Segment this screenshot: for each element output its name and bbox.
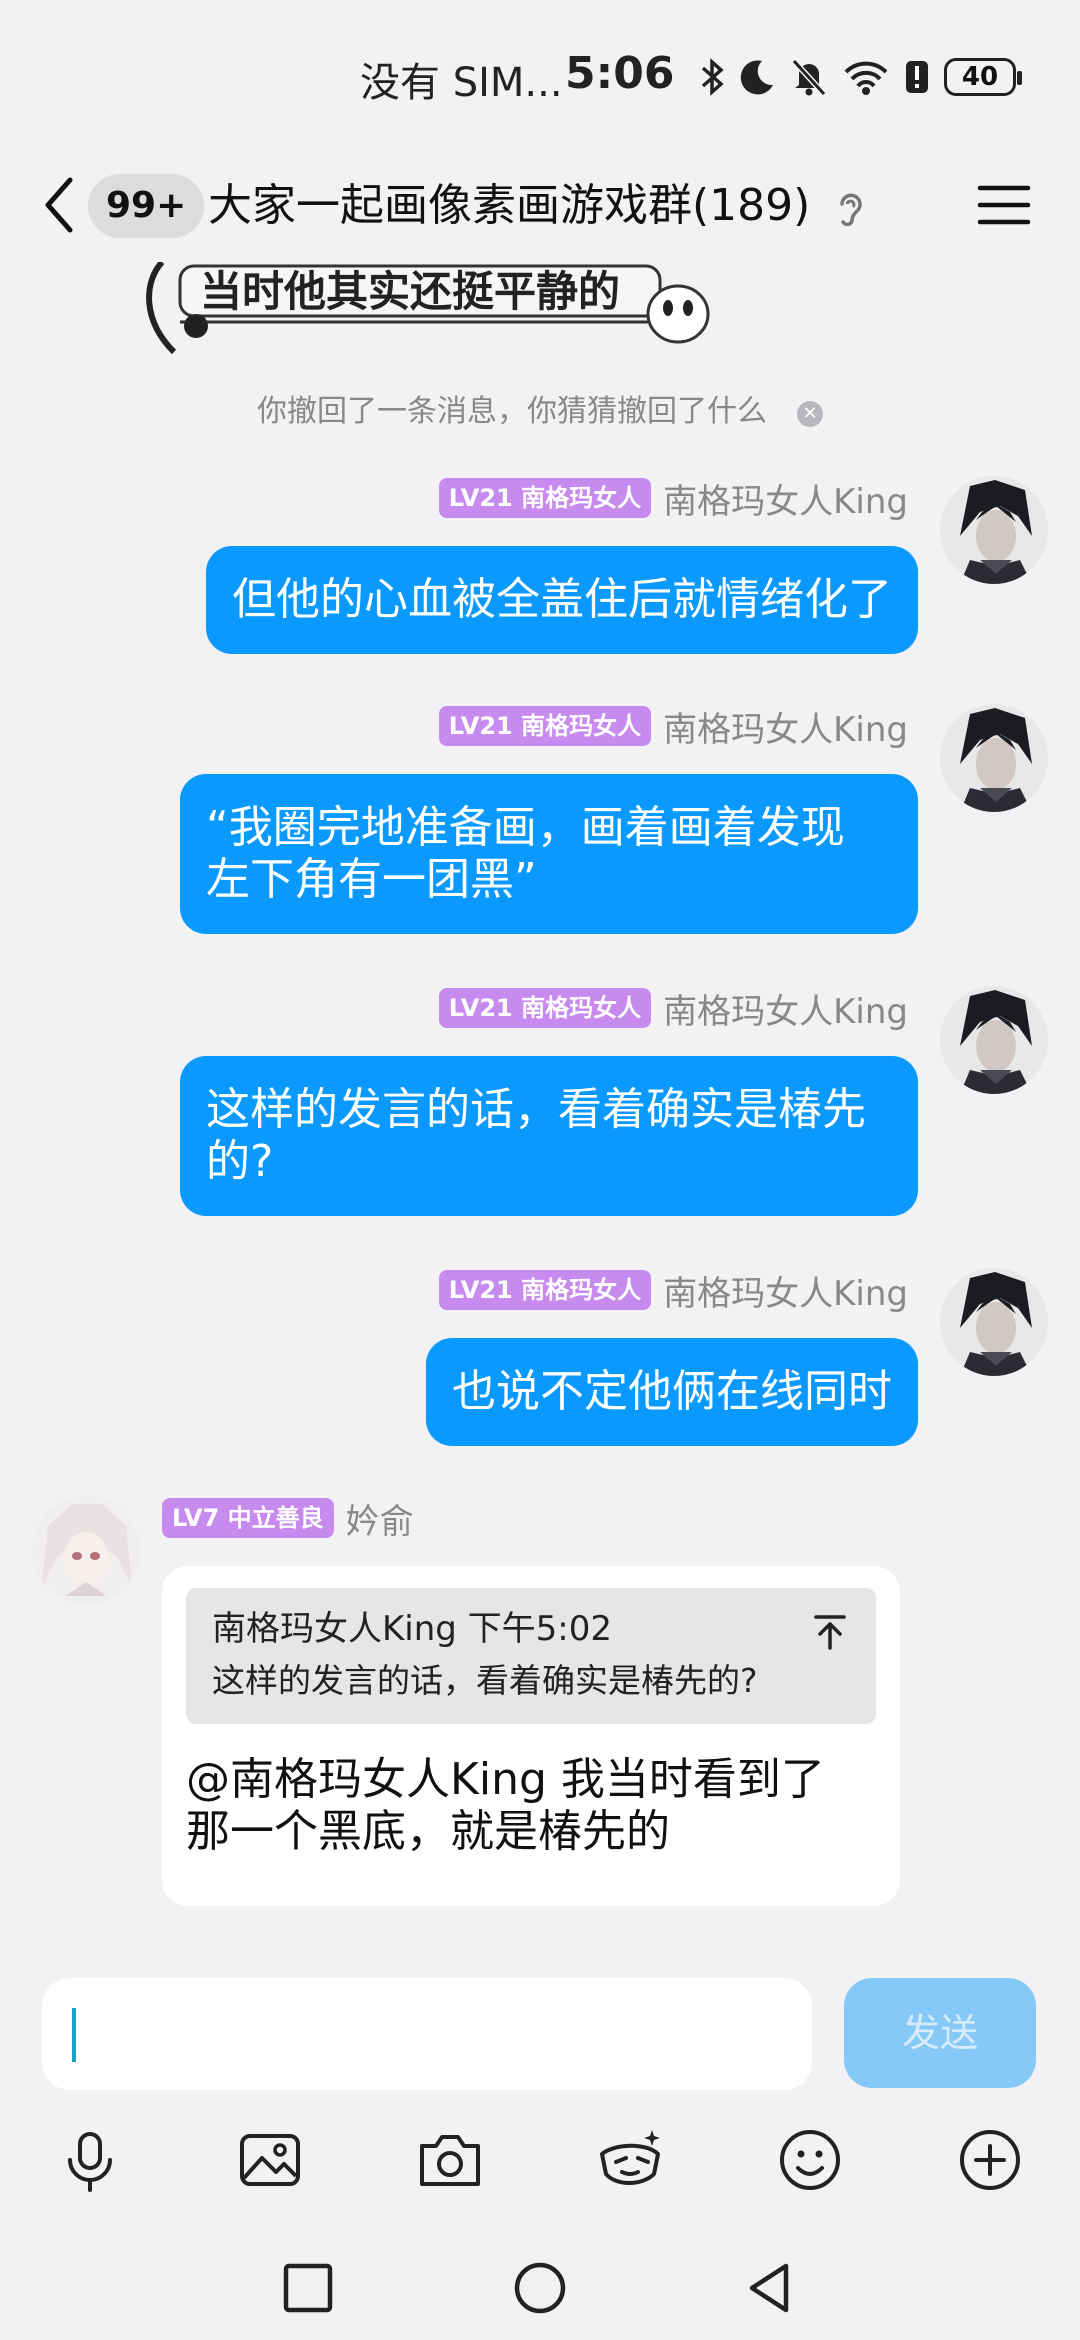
mute-bell-icon	[791, 58, 827, 97]
hongbao-icon[interactable]	[594, 2124, 666, 2196]
message-bubble[interactable]: 这样的发言的话，看着确实是椿先 的?	[180, 1056, 918, 1216]
menu-icon[interactable]	[976, 180, 1032, 230]
message-line: 这样的发言的话，看着确实是椿先	[206, 1084, 866, 1135]
back-arrow-icon[interactable]	[36, 172, 86, 238]
system-nav-bar	[0, 2230, 1080, 2340]
message-header: LV21 南格玛女人 南格玛女人King	[438, 474, 908, 523]
message-line: 左下角有一团黑”	[206, 854, 537, 905]
level-tag: LV21 南格玛女人	[438, 1270, 652, 1310]
status-time: 5:06	[565, 48, 675, 99]
level-tag: LV21 南格玛女人	[438, 988, 652, 1028]
avatar[interactable]	[940, 1268, 1048, 1376]
status-icons: 40	[700, 55, 1022, 99]
send-button[interactable]: 发送	[844, 1978, 1036, 2088]
input-toolbar	[0, 2100, 1080, 2210]
home-button-icon[interactable]	[512, 2260, 568, 2316]
wifi-icon	[844, 61, 888, 95]
recall-notice: 你撤回了一条消息，你猜猜撤回了什么 ✕	[0, 386, 1080, 430]
moon-icon	[740, 60, 773, 95]
close-icon[interactable]: ✕	[797, 401, 823, 427]
message-bubble[interactable]: 但他的心血被全盖住后就情绪化了	[206, 546, 918, 654]
sender-name[interactable]: 南格玛女人King	[663, 984, 908, 1033]
text-caret	[72, 2008, 76, 2062]
incoming-message-row: LV7 中立善良 妗俞 南格玛女人King 下午5:02 这样的发言的话，看着确…	[0, 1496, 1080, 1916]
quote-meta: 南格玛女人King 下午5:02	[212, 1609, 613, 1649]
message-row: LV21 南格玛女人 南格玛女人King 这样的发言的话，看着确实是椿先 的?	[0, 986, 1080, 1226]
sticker-image[interactable]: 当时他其实还挺平静的	[140, 262, 720, 354]
sticker-caption: 当时他其实还挺平静的	[200, 267, 621, 316]
level-tag: LV21 南格玛女人	[438, 706, 652, 746]
alert-icon	[906, 61, 928, 93]
message-header: LV21 南格玛女人 南格玛女人King	[438, 1266, 908, 1315]
emoji-icon[interactable]	[774, 2124, 846, 2196]
group-title[interactable]: 大家一起画像素画游戏群(189)	[208, 174, 810, 238]
jump-to-message-icon[interactable]	[812, 1612, 848, 1652]
chat-header: 99+ 大家一起画像素画游戏群(189)	[0, 150, 1080, 260]
carrier-text: 没有 SIM...	[360, 60, 563, 106]
message-line: “我圈完地准备画，画着画着发现	[206, 802, 845, 853]
back-button-icon[interactable]	[742, 2260, 798, 2316]
message-row: LV21 南格玛女人 南格玛女人King “我圈完地准备画，画着画着发现 左下角…	[0, 704, 1080, 944]
message-row: LV21 南格玛女人 南格玛女人King 也说不定他俩在线同时	[0, 1268, 1080, 1448]
status-bar: 没有 SIM... 5:06 40	[0, 0, 1080, 150]
camera-icon[interactable]	[414, 2124, 486, 2196]
microphone-icon[interactable]	[54, 2124, 126, 2196]
image-icon[interactable]	[234, 2124, 306, 2196]
message-line: 的?	[206, 1136, 274, 1187]
avatar[interactable]	[32, 1496, 140, 1604]
message-bubble[interactable]: 也说不定他俩在线同时	[426, 1338, 918, 1446]
message-header: LV21 南格玛女人 南格玛女人King	[438, 984, 908, 1033]
message-line: @南格玛女人King 我当时看到了	[186, 1754, 825, 1805]
battery-icon: 40	[944, 58, 1022, 96]
message-header: LV7 中立善良 妗俞	[162, 1494, 414, 1543]
sender-name[interactable]: 南格玛女人King	[663, 1266, 908, 1315]
avatar[interactable]	[940, 704, 1048, 812]
sender-name[interactable]: 南格玛女人King	[663, 474, 908, 523]
avatar[interactable]	[940, 476, 1048, 584]
message-row: LV21 南格玛女人 南格玛女人King 但他的心血被全盖住后就情绪化了	[0, 476, 1080, 676]
message-bubble[interactable]: “我圈完地准备画，画着画着发现 左下角有一团黑”	[180, 774, 918, 934]
bluetooth-icon	[701, 58, 724, 96]
message-header: LV21 南格玛女人 南格玛女人King	[438, 702, 908, 751]
message-line: 那一个黑底，就是椿先的	[186, 1806, 670, 1857]
reply-quote[interactable]: 南格玛女人King 下午5:02 这样的发言的话，看着确实是椿先的?	[186, 1588, 876, 1724]
sender-name[interactable]: 南格玛女人King	[663, 702, 908, 751]
unread-badge[interactable]: 99+	[88, 174, 205, 238]
recents-button-icon[interactable]	[280, 2260, 336, 2316]
level-tag: LV21 南格玛女人	[438, 478, 652, 518]
message-input[interactable]	[42, 1978, 812, 2090]
ear-icon[interactable]	[828, 184, 872, 228]
plus-icon[interactable]	[954, 2124, 1026, 2196]
message-bubble[interactable]: 南格玛女人King 下午5:02 这样的发言的话，看着确实是椿先的? @南格玛女…	[162, 1566, 900, 1906]
avatar[interactable]	[940, 986, 1048, 1094]
recall-text: 你撤回了一条消息，你猜猜撤回了什么	[257, 394, 767, 429]
message-text: @南格玛女人King 我当时看到了 那一个黑底，就是椿先的	[186, 1754, 876, 1858]
sender-name[interactable]: 妗俞	[346, 1494, 414, 1543]
level-tag: LV7 中立善良	[162, 1498, 334, 1538]
quote-text: 这样的发言的话，看着确实是椿先的?	[212, 1661, 758, 1700]
